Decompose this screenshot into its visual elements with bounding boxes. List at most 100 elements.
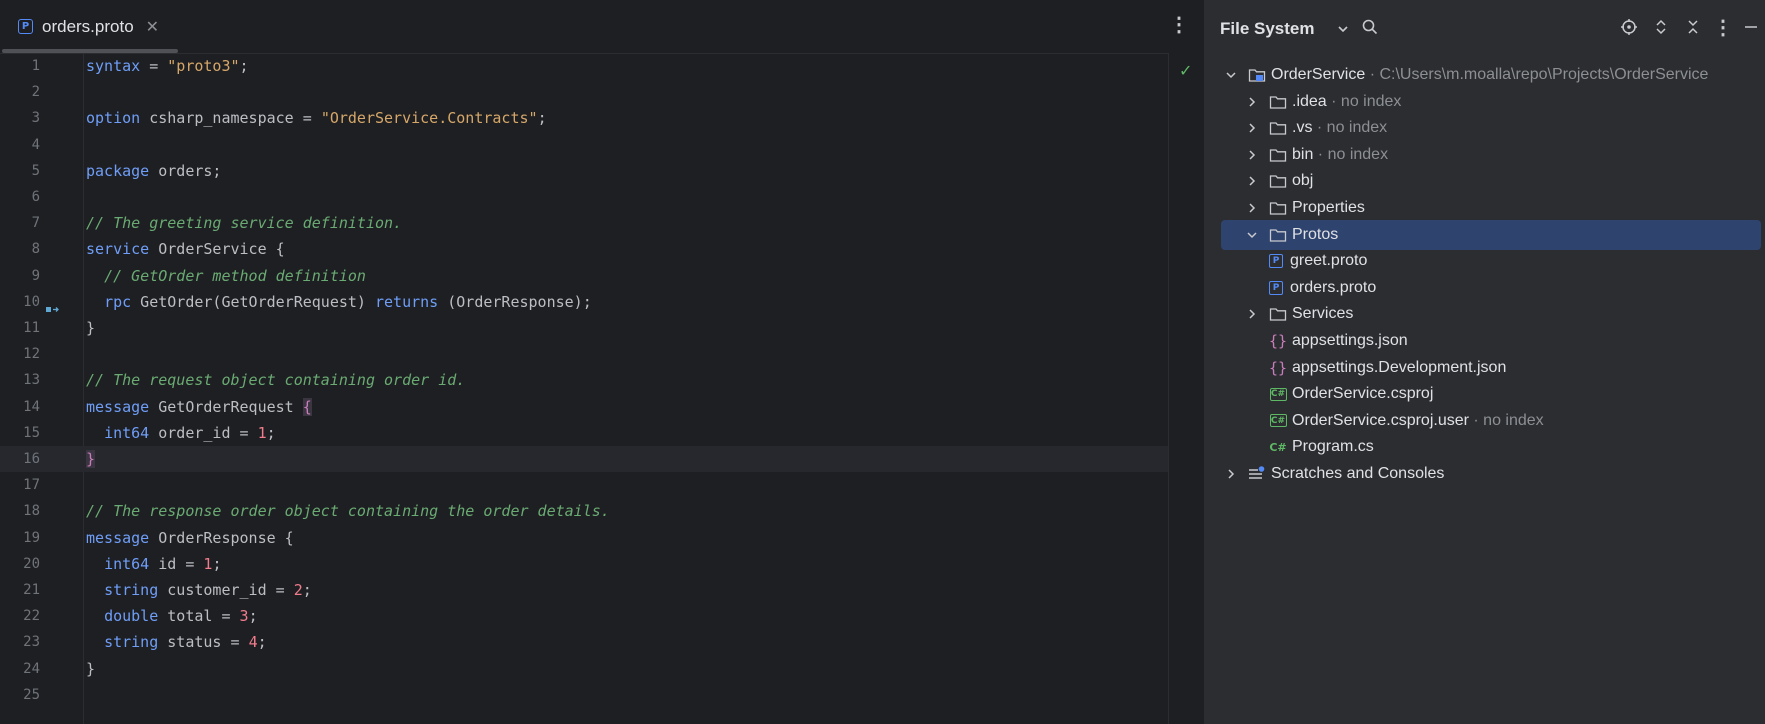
line-number: 7	[31, 215, 40, 232]
code-line[interactable]: 4	[0, 132, 1168, 158]
code-line[interactable]: 15 int64 order_id = 1;	[0, 420, 1168, 446]
code-line[interactable]: 20 int64 id = 1;	[0, 551, 1168, 577]
code-line[interactable]: 12	[0, 341, 1168, 367]
code-line[interactable]: 10 rpc GetOrder(GetOrderRequest) returns…	[0, 289, 1168, 315]
tab-label: orders.proto	[42, 16, 134, 36]
code-line[interactable]: 22 double total = 3;	[0, 603, 1168, 629]
tree-item-greet-proto[interactable]: Pgreet.proto	[1221, 246, 1761, 276]
code-line[interactable]: 6	[0, 184, 1168, 210]
chevron-right-icon[interactable]	[1224, 467, 1238, 481]
code-token: // The response order object containing …	[86, 502, 610, 521]
code-text: rpc GetOrder(GetOrderRequest) returns (O…	[86, 289, 592, 315]
panel-header: File System ⋮	[1204, 0, 1765, 57]
code-token: int64	[104, 423, 150, 442]
folder-icon	[1269, 146, 1287, 164]
code-line[interactable]: 16}	[0, 446, 1168, 472]
code-token: ;	[266, 423, 276, 442]
line-number: 23	[23, 634, 40, 651]
tree-item-name: OrderService.csproj	[1292, 385, 1434, 403]
code-token: ;	[537, 109, 547, 128]
tree-item-label: appsettings.Development.json	[1292, 359, 1506, 377]
code-token: 4	[248, 633, 258, 652]
code-line[interactable]: 23 string status = 4;	[0, 629, 1168, 655]
tree-item-appsettings-development-json[interactable]: {} appsettings.Development.json	[1221, 353, 1761, 383]
code-token: 1	[257, 423, 267, 442]
code-line[interactable]: 17	[0, 472, 1168, 498]
chevron-right-icon[interactable]	[1245, 121, 1259, 135]
folder-icon	[1269, 172, 1287, 190]
tree-item-idea[interactable]: .idea · no index	[1221, 87, 1761, 117]
rpc-gutter-icon[interactable]	[46, 297, 60, 312]
editor-scrollbar[interactable]: ✓	[1168, 53, 1204, 724]
tree-item-orders-proto[interactable]: Porders.proto	[1221, 273, 1761, 303]
tree-item-appsettings-json[interactable]: {} appsettings.json	[1221, 326, 1761, 356]
code-token: string	[104, 633, 159, 652]
tree-item-orderservice-csproj[interactable]: C# OrderService.csproj	[1221, 379, 1761, 409]
code-line[interactable]: 13 // The request object containing order…	[0, 367, 1168, 393]
code-line[interactable]: 18 // The response order object containin…	[0, 498, 1168, 524]
code-line[interactable]: 3 option csharp_namespace = "OrderService…	[0, 105, 1168, 131]
code-line[interactable]: 21 string customer_id = 2;	[0, 577, 1168, 603]
chevron-down-icon[interactable]	[1245, 228, 1259, 242]
folder-icon	[1269, 119, 1287, 137]
tree-item-orderservice-csproj-user[interactable]: C# OrderService.csproj.user · no index	[1221, 406, 1761, 436]
code-text: double total = 3;	[86, 603, 258, 629]
chevron-right-icon[interactable]	[1245, 174, 1259, 188]
search-icon[interactable]	[1359, 16, 1381, 38]
minimize-icon[interactable]	[1740, 16, 1762, 38]
code-line[interactable]: 9 // GetOrder method definition	[0, 263, 1168, 289]
tree-item-properties[interactable]: Properties	[1221, 193, 1761, 223]
tree-item-name: orders.proto	[1290, 278, 1377, 296]
code-line[interactable]: 24}	[0, 656, 1168, 682]
chevron-down-icon[interactable]	[1224, 68, 1238, 82]
more-vertical-icon[interactable]: ⋮	[1169, 12, 1189, 37]
code-line[interactable]: 11}	[0, 315, 1168, 341]
code-text: }	[86, 315, 95, 341]
code-line[interactable]: 19 message OrderResponse {	[0, 525, 1168, 551]
csharp-badge: C#	[1269, 414, 1287, 428]
collapse-all-icon[interactable]	[1682, 16, 1704, 38]
tree-item-label: Properties	[1292, 199, 1365, 217]
line-number: 20	[23, 555, 40, 572]
code-text: // The greeting service definition.	[86, 210, 402, 236]
code-line[interactable]: 14 message GetOrderRequest {	[0, 394, 1168, 420]
code-line[interactable]: 25	[0, 682, 1168, 708]
expand-all-icon[interactable]	[1650, 16, 1672, 38]
code-line[interactable]: 7 // The greeting service definition.	[0, 210, 1168, 236]
code-token: ;	[302, 581, 312, 599]
tree-item-scratches-and-consoles[interactable]: Scratches and Consoles	[1221, 459, 1761, 489]
code-line[interactable]: 2	[0, 79, 1168, 105]
line-number: 2	[31, 84, 40, 101]
code-token: }	[86, 450, 96, 468]
tree-item-orderservice[interactable]: OrderService · C:\Users\m.moalla\repo\Pr…	[1221, 60, 1761, 90]
tree-item-vs[interactable]: .vs · no index	[1221, 113, 1761, 143]
chevron-right-icon[interactable]	[1245, 307, 1259, 321]
tree-item-program-cs[interactable]: C# Program.cs	[1221, 432, 1761, 462]
chevron-right-icon[interactable]	[1245, 201, 1259, 215]
tree-item-obj[interactable]: obj	[1221, 166, 1761, 196]
code-line[interactable]: 5 package orders;	[0, 158, 1168, 184]
chevron-right-icon[interactable]	[1245, 148, 1259, 162]
line-number: 16	[23, 451, 40, 467]
code-token: }	[86, 659, 96, 678]
code-line[interactable]: 8 service OrderService {	[0, 236, 1168, 262]
locate-icon[interactable]	[1618, 16, 1640, 38]
tree-item-protos[interactable]: Protos	[1221, 219, 1761, 250]
code-token: 3	[239, 607, 249, 626]
close-icon[interactable]: ✕	[146, 17, 159, 37]
chevron-right-icon[interactable]	[1245, 95, 1259, 109]
code-token: message	[86, 397, 150, 416]
tab-orders-proto[interactable]: P orders.proto ✕	[0, 0, 178, 53]
tree-item-hint: · no index	[1312, 119, 1388, 137]
more-vertical-icon[interactable]: ⋮	[1712, 16, 1734, 39]
code-token: // The request object containing order i…	[86, 371, 466, 390]
tree-item-services[interactable]: Services	[1221, 299, 1761, 329]
tree-item-bin[interactable]: bin · no index	[1221, 140, 1761, 170]
code-editor[interactable]: 1 syntax = "proto3"; 2 3 option csharp_names…	[0, 53, 1168, 724]
code-line[interactable]: 1 syntax = "proto3";	[0, 53, 1168, 79]
panel-title[interactable]: File System	[1220, 19, 1315, 39]
csharp-glyph: C#	[1269, 440, 1287, 454]
code-token: csharp_namespace =	[140, 109, 321, 128]
chevron-down-icon[interactable]	[1332, 18, 1354, 40]
